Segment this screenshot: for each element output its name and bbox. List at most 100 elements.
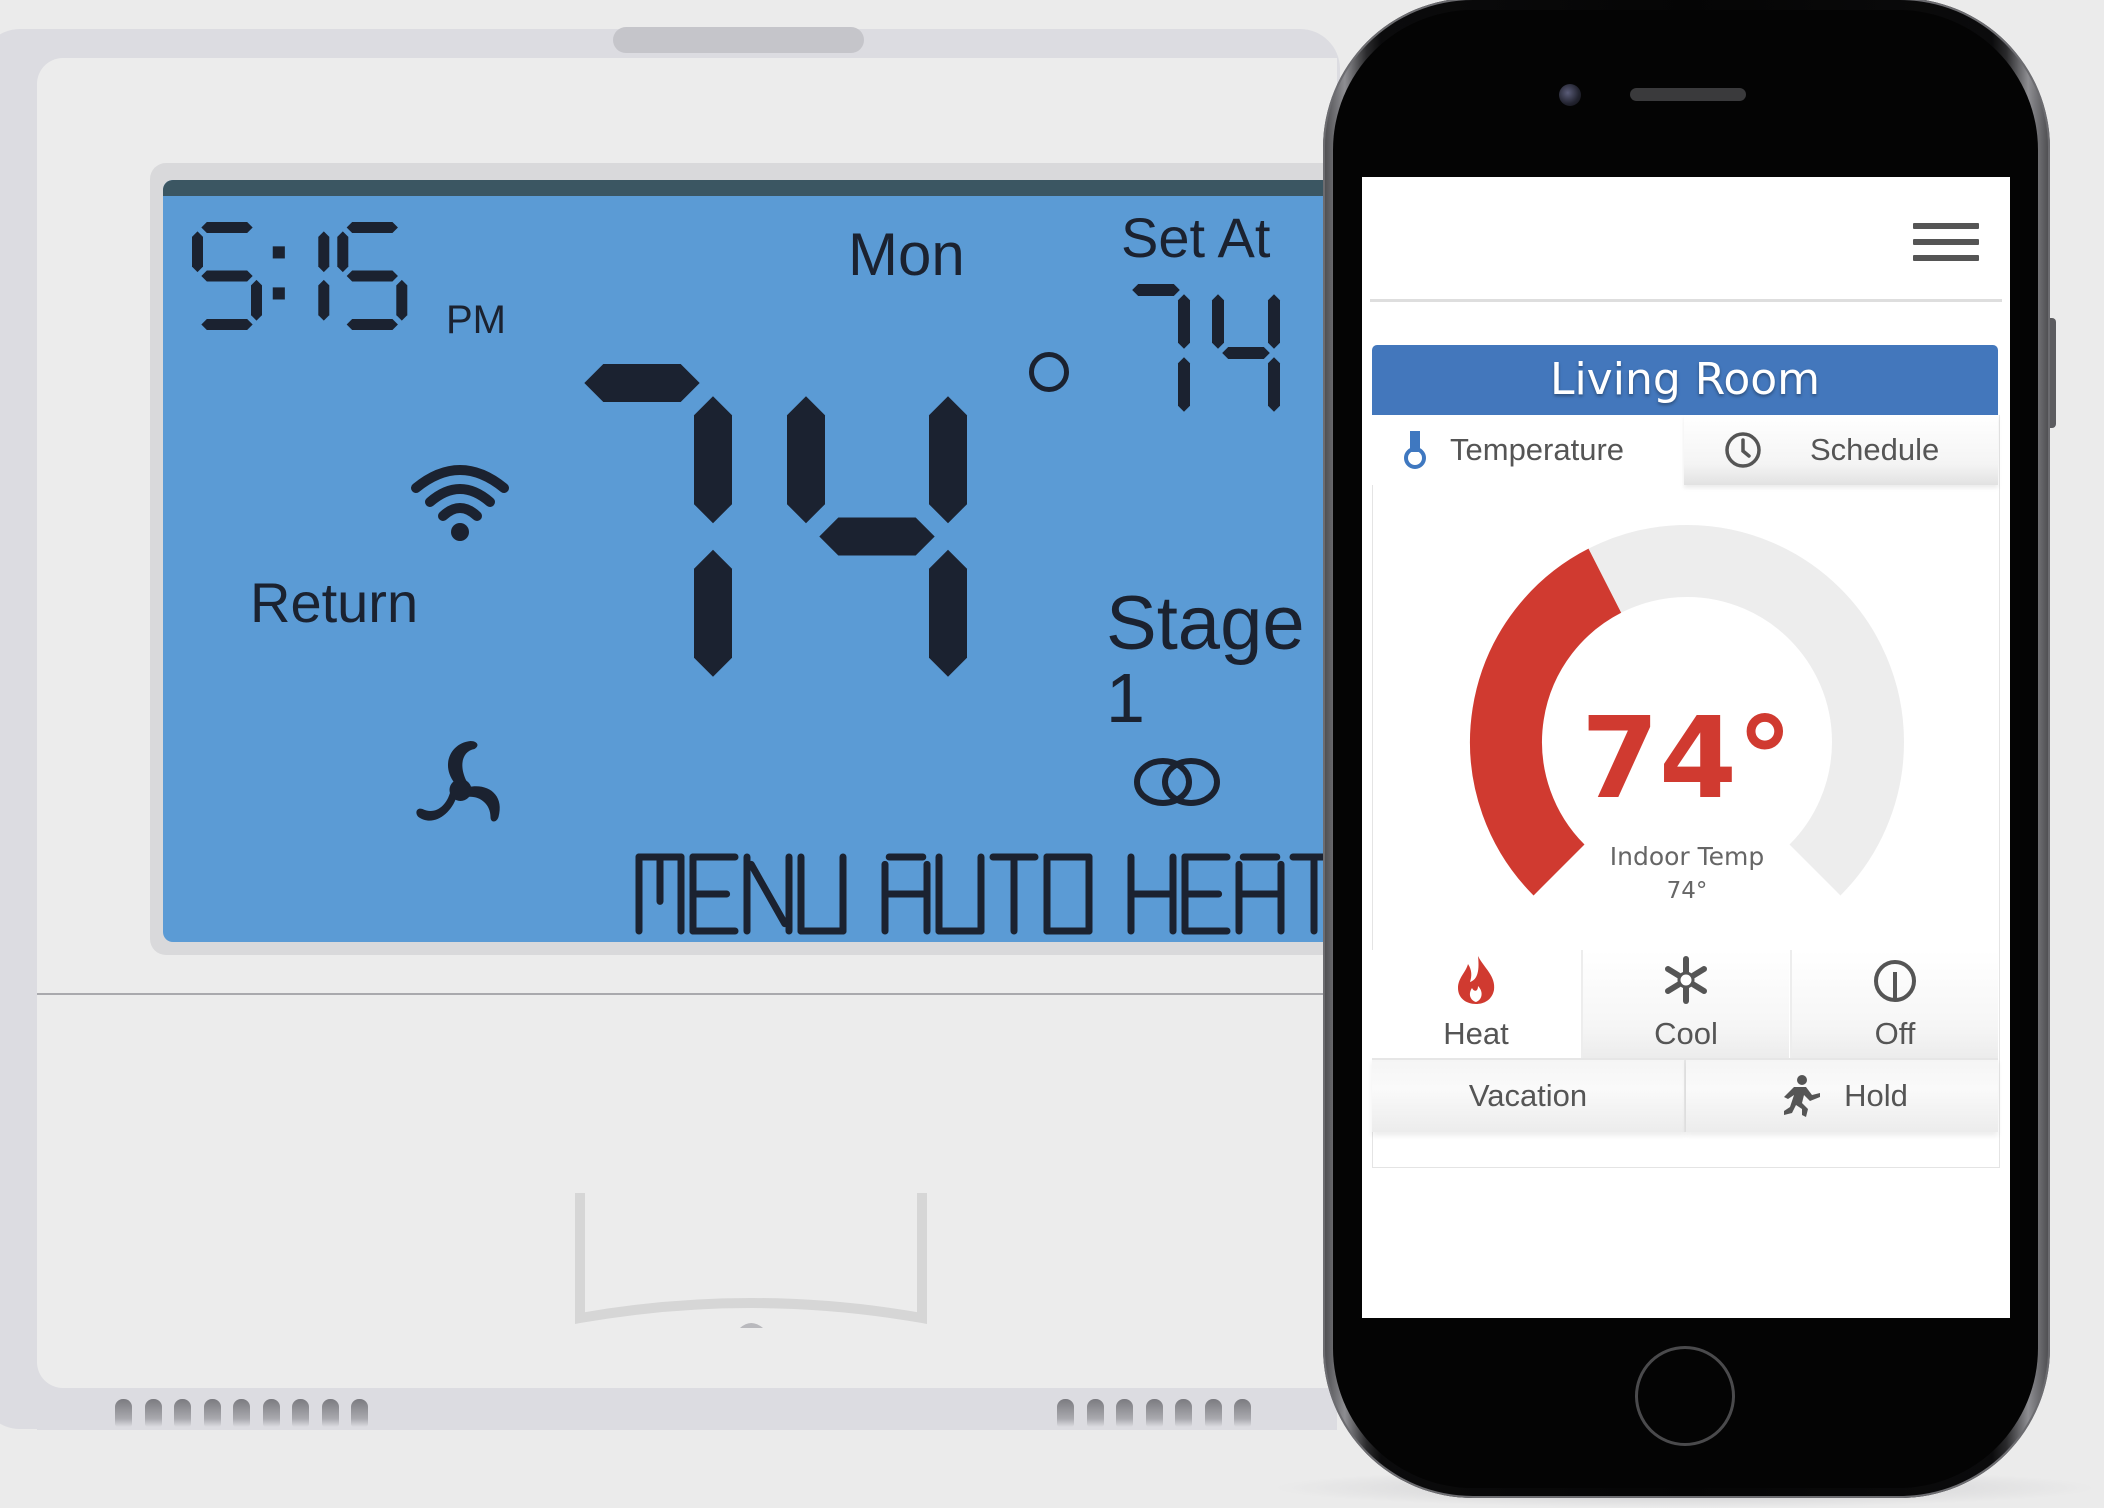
segment-a [1132,284,1180,296]
lcd-char-H [1127,853,1177,935]
digit-7 [584,364,732,677]
digit-1 [318,231,330,321]
lcd-char-N [743,853,793,935]
home-button[interactable] [1635,1346,1735,1446]
mode-off-label: Off [1874,1016,1916,1051]
segment-b [929,396,967,524]
return-label: Return [250,571,419,634]
segment-g [819,517,935,556]
segment-g [346,270,398,282]
segment-b [318,231,330,273]
front-camera [1559,84,1581,106]
vent-slot [233,1399,250,1427]
lcd-top-bar [163,180,1333,196]
vent-slot [1234,1399,1251,1427]
tab-temperature[interactable]: Temperature [1372,415,1684,485]
flame-icon [1458,956,1495,1004]
hamburger-menu-icon[interactable] [1913,223,1979,261]
tab-schedule-label: Schedule [1810,432,1940,467]
segment-c [694,549,732,677]
vent-slot [262,1399,280,1427]
hold-button[interactable]: Hold [1686,1058,1998,1132]
digit-4 [787,396,967,677]
segment-d [346,319,398,330]
header-divider [1370,299,2002,302]
mode-heat-button[interactable]: Heat [1372,950,1580,1058]
vent-slot [1057,1399,1074,1427]
vent-strip [37,1388,1337,1430]
vent-slot [1086,1399,1104,1427]
segment-c [1268,357,1280,412]
lcd-char-E [1181,853,1231,935]
mode-off-button[interactable]: Off [1790,950,1998,1058]
tab-schedule[interactable]: Schedule [1684,415,1998,485]
segment-a [584,364,700,402]
linked-circles-icon [1134,758,1220,806]
gauge-subtitle-value: 74° [1667,878,1708,904]
vent-slot [1145,1399,1163,1427]
lcd-display: PM Mon Set At Return Stage 1 [163,180,1333,942]
colon-dot [272,246,285,259]
current-temp-display [584,364,967,677]
segment-a [201,222,253,233]
time-display [192,222,408,330]
stage-label: Stage [1106,581,1305,666]
hold-label: Hold [1844,1078,1908,1113]
segment-c [318,279,330,321]
segment-b [1268,294,1280,349]
mode-cool-button[interactable]: Cool [1581,950,1789,1058]
lcd-char-O [1043,853,1093,935]
tab-temperature-label: Temperature [1450,432,1625,467]
vent-slot [144,1399,162,1427]
gauge-subtitle: Indoor Temp [1610,842,1765,871]
snowflake-icon [1665,956,1707,1004]
gauge-value: 74° [1581,694,1793,824]
lcd-char-E [689,853,739,935]
colon-dot [272,287,285,300]
fan-icon [416,741,500,822]
thermometer-icon [1404,431,1426,469]
segment-d [201,319,253,330]
day-label: Mon [848,221,965,288]
segment-c [1178,357,1190,412]
set-at-label: Set At [1121,206,1271,269]
lcd-char-M [635,853,685,935]
stage-value: 1 [1106,659,1145,737]
time-meridiem: PM [446,298,506,342]
phone-screen: Living Room Temperature Schedule 74° Ind… [1362,177,2010,1318]
power-icon [1874,960,1916,1002]
vent-slot [174,1399,191,1427]
lcd-char-A [881,853,931,935]
segment-c [929,549,967,677]
lcd-menu-text [635,853,1333,935]
vacation-label: Vacation [1468,1078,1588,1113]
setpoint-display [1132,284,1280,412]
vent-slot [1116,1399,1133,1427]
lcd-stroke [747,860,789,928]
mode-cool-label: Cool [1654,1016,1718,1051]
wifi-icon [411,465,509,541]
vent-slot [203,1399,221,1427]
vent-slot [1204,1399,1222,1427]
room-title: Living Room [1372,345,1998,415]
running-person-icon [1784,1075,1821,1117]
segment-g [1222,347,1270,359]
vent-slot [321,1399,339,1427]
segment-c [251,279,262,321]
thermostat-top-slider[interactable] [613,27,864,53]
digit-5 [337,222,408,330]
digit-5 [192,222,262,330]
degree-symbol [1029,352,1069,392]
segment-f [787,396,825,524]
vacation-button[interactable]: Vacation [1372,1058,1686,1132]
lcd-char-A [1235,853,1285,935]
vent-slot [292,1399,309,1427]
lcd-char-T [989,853,1039,935]
vent-slot [1175,1399,1192,1427]
segment-c [396,279,408,321]
segment-f [337,231,349,273]
segment-b [694,396,732,524]
vent-slot [115,1399,132,1427]
door-pull-tab[interactable] [575,1188,927,1333]
segment-b [1178,294,1190,349]
